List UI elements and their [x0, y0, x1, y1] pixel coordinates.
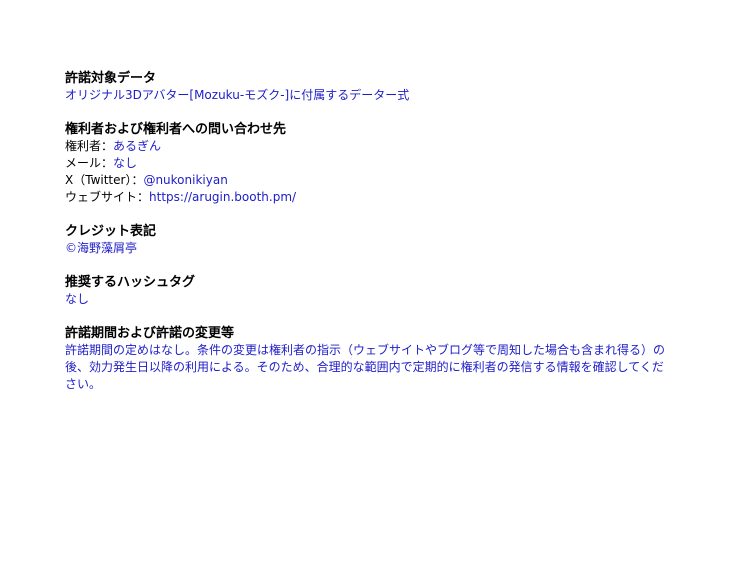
mail-value: なし [113, 156, 138, 170]
section-heading: 推奨するハッシュタグ [65, 275, 196, 290]
section-contact: 権利者および権利者への問い合わせ先 権利者：あるぎん メール：なし X（Twit… [65, 121, 675, 206]
section-heading: 許諾対象データ [65, 71, 157, 86]
twitter-label: X（Twitter）： [65, 173, 144, 187]
section-terms: 許諾期間および許諾の変更等 許諾期間の定めはなし。条件の変更は権利者の指示（ウェ… [65, 325, 675, 393]
twitter-line: X（Twitter）：@nukonikiyan [65, 172, 675, 189]
section-heading: 権利者および権利者への問い合わせ先 [65, 122, 287, 137]
rights-holder-line: 権利者：あるぎん [65, 138, 675, 155]
twitter-value: @nukonikiyan [143, 173, 228, 187]
section-heading: クレジット表記 [65, 224, 157, 239]
website-line: ウェブサイト：https://arugin.booth.pm/ [65, 189, 675, 206]
credit-value: ©海野藻屑亭 [65, 241, 138, 255]
section-target-data: 許諾対象データ オリジナル3Dアバター[Mozuku-モズク-]に付属するデータ… [65, 70, 675, 104]
section-credit: クレジット表記 ©海野藻屑亭 [65, 223, 675, 257]
rights-holder-value: あるぎん [113, 139, 162, 153]
mail-line: メール：なし [65, 155, 675, 172]
mail-label: メール： [65, 156, 114, 170]
target-data-value: オリジナル3Dアバター[Mozuku-モズク-]に付属するデーター式 [65, 88, 410, 102]
website-label: ウェブサイト： [65, 190, 150, 204]
hashtag-value: なし [65, 292, 90, 306]
section-hashtag: 推奨するハッシュタグ なし [65, 274, 675, 308]
license-document: 許諾対象データ オリジナル3Dアバター[Mozuku-モズク-]に付属するデータ… [65, 70, 675, 410]
rights-holder-label: 権利者： [65, 139, 114, 153]
section-heading: 許諾期間および許諾の変更等 [65, 326, 235, 341]
terms-value: 許諾期間の定めはなし。条件の変更は権利者の指示（ウェブサイトやブログ等で周知した… [65, 343, 666, 391]
website-value: https://arugin.booth.pm/ [149, 190, 297, 204]
